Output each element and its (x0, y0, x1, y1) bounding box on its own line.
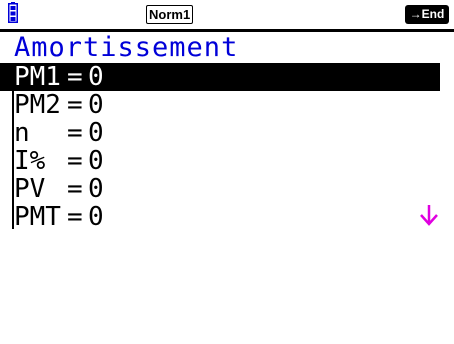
variable-list: PM1 = 0 PM2 = 0 n = 0 I% = 0 PV = 0 PMT … (0, 63, 454, 231)
down-arrow-icon[interactable] (418, 203, 440, 227)
variable-row-pm2[interactable]: PM2 = 0 (0, 91, 440, 119)
page-title: Amortissement (14, 32, 239, 63)
variable-row-interest[interactable]: I% = 0 (0, 147, 440, 175)
equals-sign: = (67, 174, 83, 204)
variable-value: 0 (88, 90, 104, 120)
variable-name: n (14, 118, 30, 148)
end-button[interactable]: →End (405, 5, 449, 24)
equals-sign: = (67, 62, 83, 92)
variable-value: 0 (88, 146, 104, 176)
variable-row-pv[interactable]: PV = 0 (0, 175, 440, 203)
equals-sign: = (67, 118, 83, 148)
battery-icon (8, 2, 18, 23)
variable-name: I% (14, 146, 46, 176)
variable-value: 0 (88, 62, 104, 92)
mode-indicator: Norm1 (146, 5, 194, 24)
variable-value: 0 (88, 174, 104, 204)
variable-value: 0 (88, 118, 104, 148)
variable-row-n[interactable]: n = 0 (0, 119, 440, 147)
variable-row-pmt[interactable]: PMT = 0 (0, 203, 440, 231)
equals-sign: = (67, 202, 83, 232)
equals-sign: = (67, 146, 83, 176)
variable-row-pm1[interactable]: PM1 = 0 (0, 63, 440, 91)
variable-value: 0 (88, 202, 104, 232)
variable-name: PM2 (14, 90, 61, 120)
equals-sign: = (67, 90, 83, 120)
variable-name: PV (14, 174, 46, 204)
variable-name: PM1 (14, 62, 61, 92)
calculator-screen: Norm1 →End Amortissement PM1 = 0 PM2 = 0… (0, 0, 454, 231)
variable-name: PMT (14, 202, 61, 232)
